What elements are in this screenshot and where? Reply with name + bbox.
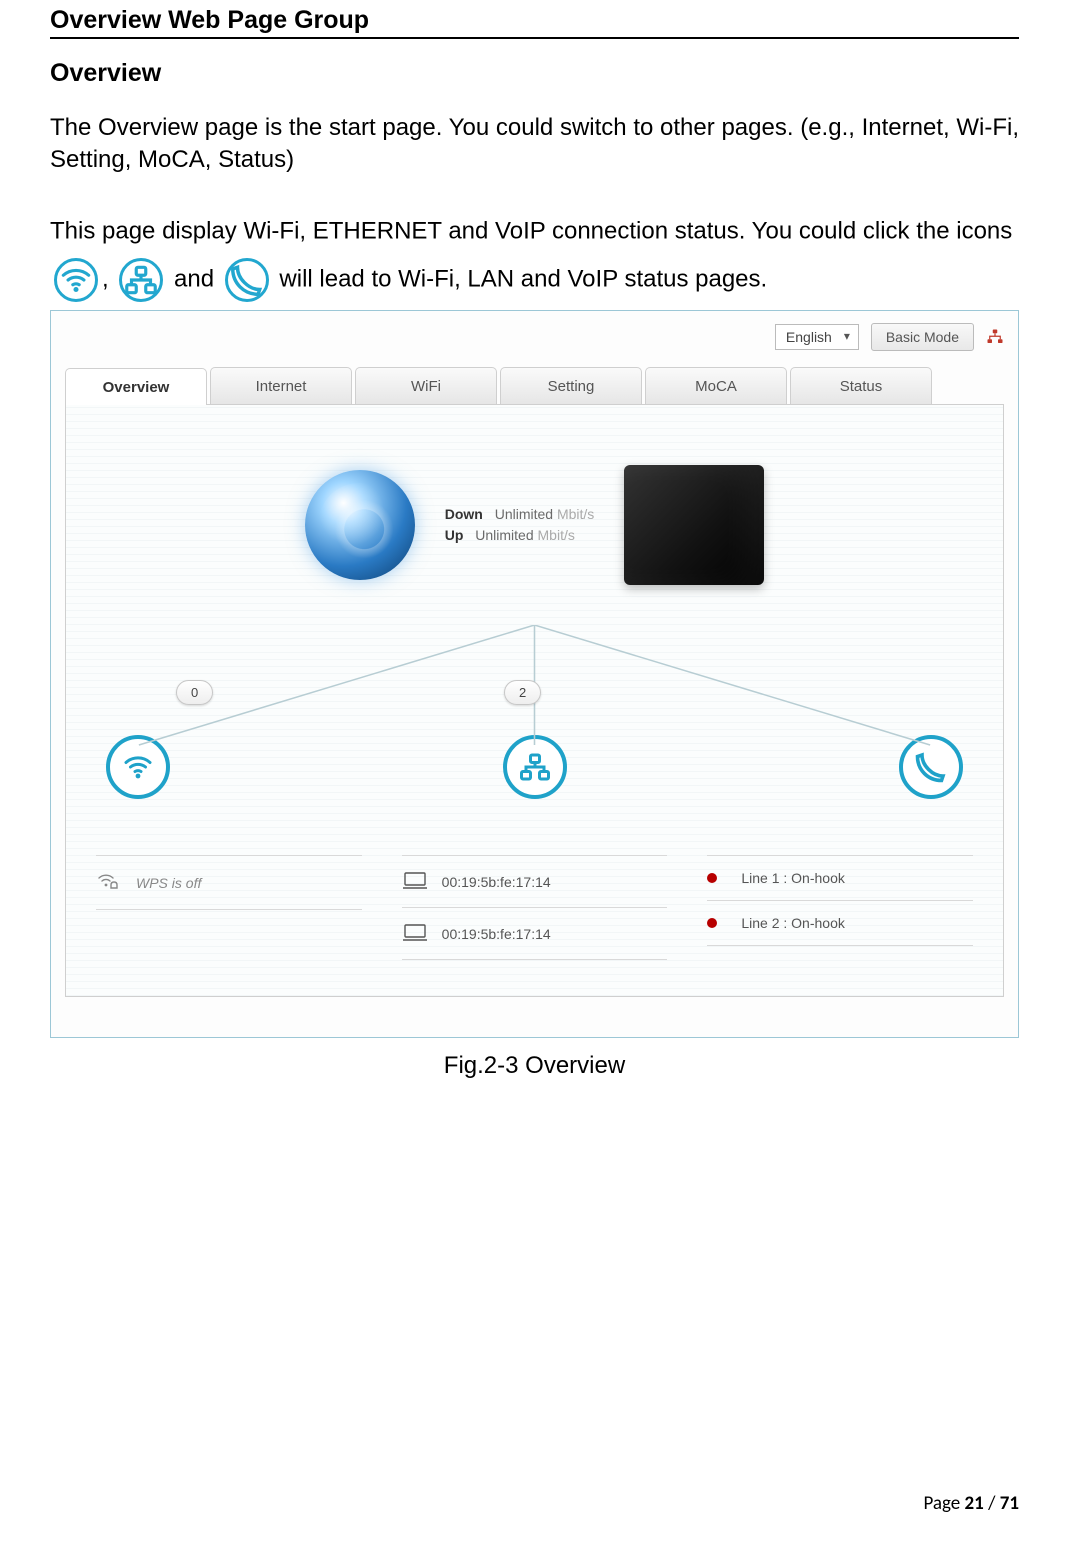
wps-icon bbox=[96, 870, 122, 895]
speed-down-value: Unlimited bbox=[495, 506, 553, 522]
voip-status-column: Line 1 : On-hook Line 2 : On-hook bbox=[707, 849, 973, 966]
intro-paragraph-1: The Overview page is the start page. You… bbox=[50, 112, 1019, 177]
list-item: Line 2 : On-hook bbox=[707, 907, 973, 939]
lan-icon bbox=[119, 258, 163, 302]
speed-down-label: Down bbox=[445, 506, 483, 522]
globe-icon bbox=[305, 470, 415, 580]
list-item: Line 1 : On-hook bbox=[707, 862, 973, 894]
list-item: 00:19:5b:fe:17:14 bbox=[402, 862, 668, 901]
tab-overview[interactable]: Overview bbox=[65, 368, 207, 405]
lan-client-count-chip: 2 bbox=[504, 680, 541, 705]
page-label-prefix: Page bbox=[923, 1492, 964, 1515]
voip-line-text: Line 2 : On-hook bbox=[741, 915, 845, 931]
lan-status-column: 00:19:5b:fe:17:14 00:19:5b:fe:17:14 bbox=[402, 849, 668, 966]
tab-internet[interactable]: Internet bbox=[210, 367, 352, 404]
voip-line-text: Line 1 : On-hook bbox=[741, 870, 845, 886]
tab-bar: Overview Internet WiFi Setting MoCA Stat… bbox=[65, 367, 1004, 405]
voip-status-dot bbox=[707, 918, 717, 928]
section-title: Overview Web Page Group bbox=[50, 6, 1019, 39]
wifi-icon bbox=[54, 258, 98, 302]
wifi-client-count-chip: 0 bbox=[176, 680, 213, 705]
language-select[interactable]: English bbox=[775, 324, 859, 350]
voip-icon bbox=[225, 258, 269, 302]
status-columns: WPS is off 00:19:5b:fe:17:14 00: bbox=[96, 849, 973, 966]
network-summary-row: Down Unlimited Mbit/s Up Unlimited Mbit/… bbox=[96, 465, 973, 585]
overview-screenshot: English Basic Mode Overview Internet WiF… bbox=[50, 310, 1019, 1038]
page-number: Page 21 / 71 bbox=[923, 1492, 1019, 1515]
page-current: 21 bbox=[965, 1492, 984, 1515]
wifi-status-icon[interactable] bbox=[106, 735, 170, 799]
speed-readout: Down Unlimited Mbit/s Up Unlimited Mbit/… bbox=[445, 504, 595, 546]
intro-paragraph-2a: This page display Wi-Fi, ETHERNET and Vo… bbox=[50, 217, 1012, 244]
list-item: 00:19:5b:fe:17:14 bbox=[402, 914, 668, 953]
device-icon bbox=[402, 870, 428, 893]
speed-up-value: Unlimited bbox=[475, 527, 533, 543]
figure-caption: Fig.2-3 Overview bbox=[50, 1052, 1019, 1080]
page-total: 71 bbox=[1000, 1492, 1019, 1515]
voip-status-dot bbox=[707, 873, 717, 883]
intro-paragraph-2-comma: , bbox=[102, 266, 109, 293]
wps-status-text: WPS is off bbox=[136, 875, 201, 891]
sitemap-icon[interactable] bbox=[986, 328, 1004, 346]
status-icons-row bbox=[96, 735, 973, 799]
tab-wifi[interactable]: WiFi bbox=[355, 367, 497, 404]
tab-setting[interactable]: Setting bbox=[500, 367, 642, 404]
router-image bbox=[624, 465, 764, 585]
basic-mode-button[interactable]: Basic Mode bbox=[871, 323, 974, 351]
overview-panel: Down Unlimited Mbit/s Up Unlimited Mbit/… bbox=[65, 405, 1004, 997]
device-mac: 00:19:5b:fe:17:14 bbox=[442, 874, 551, 890]
device-icon bbox=[402, 922, 428, 945]
tab-moca[interactable]: MoCA bbox=[645, 367, 787, 404]
wps-status-line: WPS is off bbox=[96, 862, 362, 903]
subsection-title: Overview bbox=[50, 59, 1019, 88]
intro-paragraph-2-and: and bbox=[174, 266, 214, 293]
device-mac: 00:19:5b:fe:17:14 bbox=[442, 926, 551, 942]
speed-down-unit: Mbit/s bbox=[557, 506, 594, 522]
page-sep: / bbox=[984, 1492, 1000, 1515]
lan-status-icon[interactable] bbox=[503, 735, 567, 799]
tab-status[interactable]: Status bbox=[790, 367, 932, 404]
screenshot-topbar: English Basic Mode bbox=[65, 323, 1004, 367]
speed-up-label: Up bbox=[445, 527, 464, 543]
wifi-status-column: WPS is off bbox=[96, 849, 362, 966]
speed-up-unit: Mbit/s bbox=[538, 527, 575, 543]
intro-paragraph-2b: will lead to Wi-Fi, LAN and VoIP status … bbox=[279, 266, 767, 293]
voip-status-icon[interactable] bbox=[899, 735, 963, 799]
intro-paragraph-2: This page display Wi-Fi, ETHERNET and Vo… bbox=[50, 207, 1019, 304]
